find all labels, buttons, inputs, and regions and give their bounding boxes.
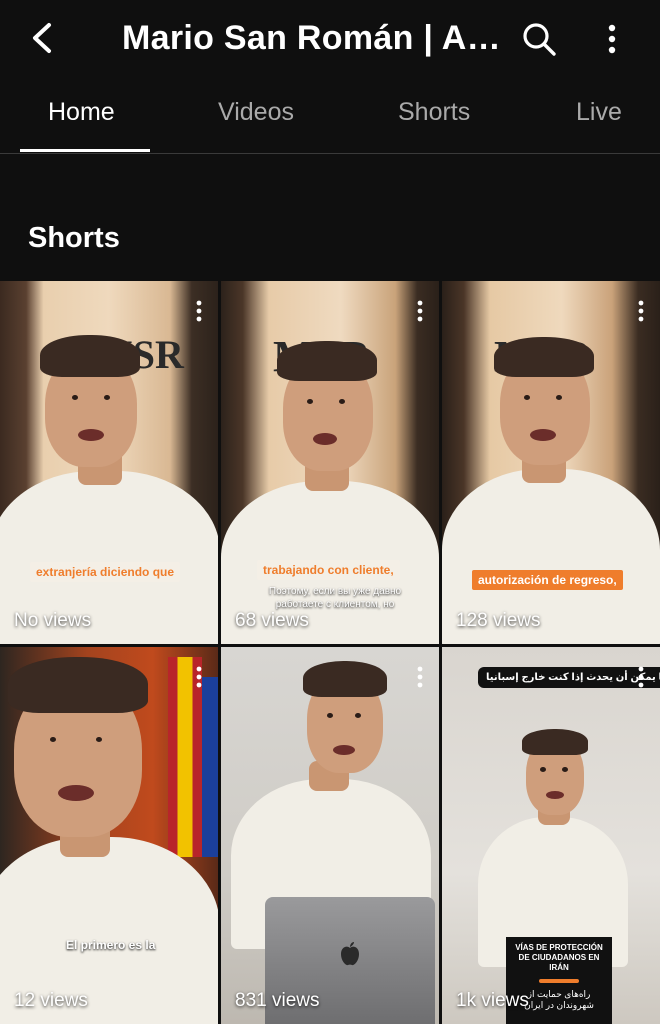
apple-logo-icon bbox=[341, 942, 359, 966]
short-views: 68 views bbox=[235, 610, 309, 631]
section-title: Shorts bbox=[28, 222, 120, 254]
shorts-grid: MSR extranjería diciendo que No views MS… bbox=[0, 281, 660, 1024]
channel-title: Mario San Román | Ab... bbox=[122, 19, 510, 57]
short-caption: El primero es la bbox=[66, 938, 156, 952]
tab-shorts[interactable]: Shorts bbox=[398, 98, 470, 127]
short-views: 128 views bbox=[456, 610, 541, 631]
more-vertical-icon bbox=[608, 24, 616, 54]
channel-tabs: Home Videos Shorts Live bbox=[0, 78, 660, 154]
short-caption: autorización de regreso, bbox=[472, 570, 623, 590]
short-subcaption: Поэтому, если вы уже давно работаете с к… bbox=[268, 586, 402, 610]
more-vertical-icon bbox=[417, 666, 423, 688]
arrow-left-icon bbox=[33, 23, 51, 53]
back-button[interactable] bbox=[22, 18, 62, 58]
more-vertical-icon bbox=[638, 300, 644, 322]
top-app-bar: Mario San Román | Ab... bbox=[0, 0, 660, 78]
more-options-button[interactable] bbox=[596, 18, 628, 60]
short-menu-button[interactable] bbox=[192, 665, 206, 689]
short-menu-button[interactable] bbox=[413, 665, 427, 689]
short-views: 831 views bbox=[235, 990, 320, 1011]
presenter-image bbox=[0, 331, 218, 644]
more-vertical-icon bbox=[638, 666, 644, 688]
short-tile[interactable]: MSR autorización de regreso, 128 views bbox=[442, 281, 660, 644]
active-tab-indicator bbox=[20, 149, 150, 152]
short-caption: extranjería diciendo que bbox=[30, 562, 181, 582]
more-vertical-icon bbox=[196, 666, 202, 688]
short-tile[interactable]: 831 views bbox=[221, 647, 439, 1024]
presenter-image bbox=[442, 337, 660, 644]
short-tile[interactable]: El primero es la 12 views bbox=[0, 647, 218, 1024]
more-vertical-icon bbox=[417, 300, 423, 322]
short-menu-button[interactable] bbox=[634, 299, 648, 323]
info-card-divider bbox=[539, 979, 579, 983]
presenter-image bbox=[0, 657, 218, 1024]
short-tile[interactable]: MSR extranjería diciendo que No views bbox=[0, 281, 218, 644]
more-vertical-icon bbox=[196, 300, 202, 322]
short-caption: trabajando con cliente, bbox=[257, 560, 400, 580]
short-menu-button[interactable] bbox=[413, 299, 427, 323]
tab-videos[interactable]: Videos bbox=[218, 98, 294, 127]
search-icon bbox=[523, 23, 556, 56]
tab-home[interactable]: Home bbox=[48, 98, 115, 127]
search-button[interactable] bbox=[518, 18, 560, 60]
tab-live[interactable]: Live bbox=[576, 98, 622, 127]
short-views: 1k views bbox=[456, 990, 529, 1011]
short-menu-button[interactable] bbox=[192, 299, 206, 323]
short-views: 12 views bbox=[14, 990, 88, 1011]
info-card-title: VÍAS DE PROTECCIÓN DE CIUDADANOS EN IRÁN bbox=[515, 943, 603, 972]
short-caption: ﺻﺢ ﻣﺎ ﻳﻤﻜﻦ ﺃﻥ ﻳﺤﺪﺙ ﺇﺫﺍ ﻛﻨﺖ ﺧﺎﺭﺝ ﺇﺳﺒﺎﻧﻴﺎ bbox=[478, 667, 660, 688]
short-tile[interactable]: MSR trabajando con cliente, Поэтому, есл… bbox=[221, 281, 439, 644]
short-tile[interactable]: ﺻﺢ ﻣﺎ ﻳﻤﻜﻦ ﺃﻥ ﻳﺤﺪﺙ ﺇﺫﺍ ﻛﻨﺖ ﺧﺎﺭﺝ ﺇﺳﺒﺎﻧﻴﺎ … bbox=[442, 647, 660, 1024]
short-menu-button[interactable] bbox=[634, 665, 648, 689]
short-views: No views bbox=[14, 610, 92, 631]
